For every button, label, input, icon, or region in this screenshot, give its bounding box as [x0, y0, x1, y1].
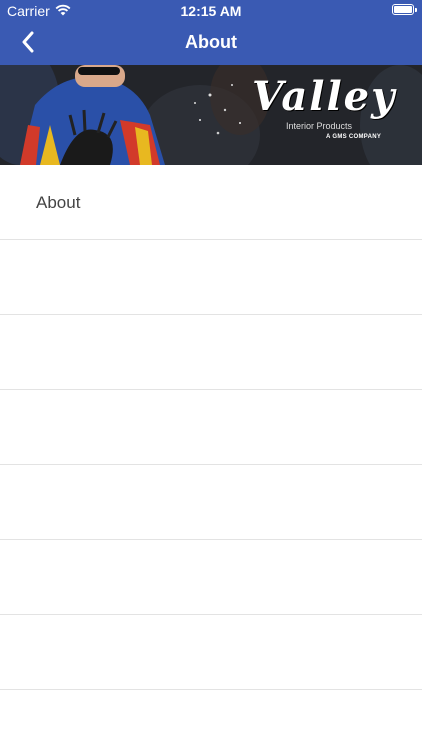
status-time: 12:15 AM [180, 3, 242, 19]
list-item[interactable] [0, 390, 422, 465]
logo-subtitle: Interior Products [286, 121, 353, 131]
list-item[interactable] [0, 615, 422, 690]
list-item[interactable] [0, 315, 422, 390]
status-bar: Carrier 12:15 AM [0, 0, 422, 22]
logo-wordmark: Valley [252, 73, 397, 120]
list-item[interactable] [0, 465, 422, 540]
logo-tagline: A GMS COMPANY [326, 134, 382, 140]
list-item[interactable] [0, 540, 422, 615]
valley-logo: Valley Interior Products A GMS COMPANY [252, 75, 394, 155]
list-item[interactable] [0, 240, 422, 315]
back-button[interactable] [12, 28, 44, 60]
list-item-label: About [36, 193, 81, 212]
navigation-bar: About [0, 22, 422, 65]
list-item-about[interactable]: About [0, 165, 422, 240]
chevron-left-icon [21, 31, 35, 58]
banner-image: Valley Interior Products A GMS COMPANY [0, 65, 422, 165]
page-title: About [185, 32, 237, 52]
menu-list: About [0, 165, 422, 690]
app-header: Carrier 12:15 AM About [0, 0, 422, 65]
battery-icon [392, 4, 417, 15]
